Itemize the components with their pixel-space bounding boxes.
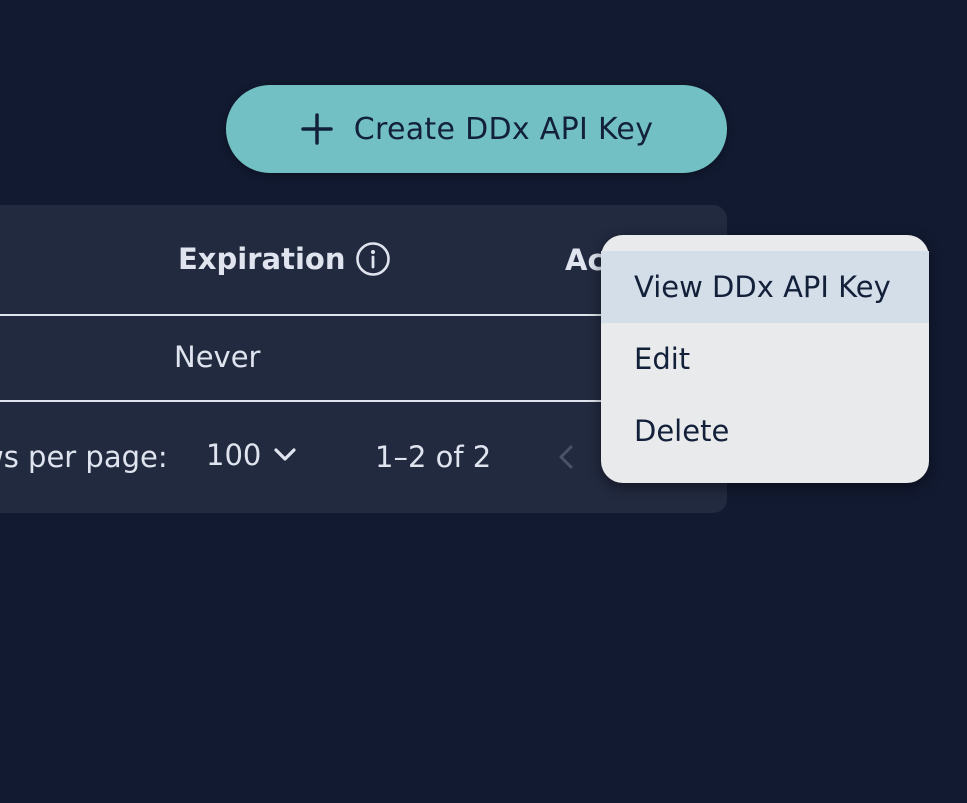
row-actions-menu: View DDx API Key Edit Delete <box>601 235 929 483</box>
rows-per-page-value: 100 <box>206 438 262 472</box>
info-icon[interactable] <box>355 241 391 277</box>
actions-column-header: Ac <box>565 243 605 277</box>
page-range: 1–2 of 2 <box>375 440 492 474</box>
previous-page-button[interactable] <box>558 444 574 470</box>
create-api-key-label: Create DDx API Key <box>353 111 654 147</box>
menu-item-edit[interactable]: Edit <box>601 323 929 395</box>
expiration-column-header[interactable]: Expiration <box>178 241 391 277</box>
chevron-down-icon <box>273 447 297 463</box>
rows-per-page-select[interactable]: 100 <box>206 438 297 472</box>
expiration-header-label: Expiration <box>178 242 346 276</box>
rows-per-page-label: ws per page: <box>0 440 168 474</box>
expiration-cell: Never <box>174 340 261 374</box>
menu-item-view-api-key[interactable]: View DDx API Key <box>601 251 929 323</box>
menu-item-delete[interactable]: Delete <box>601 395 929 467</box>
create-api-key-button[interactable]: Create DDx API Key <box>226 85 727 173</box>
plus-icon <box>300 112 334 146</box>
api-keys-page: Create DDx API Key Expiration Ac Never w… <box>0 0 967 803</box>
